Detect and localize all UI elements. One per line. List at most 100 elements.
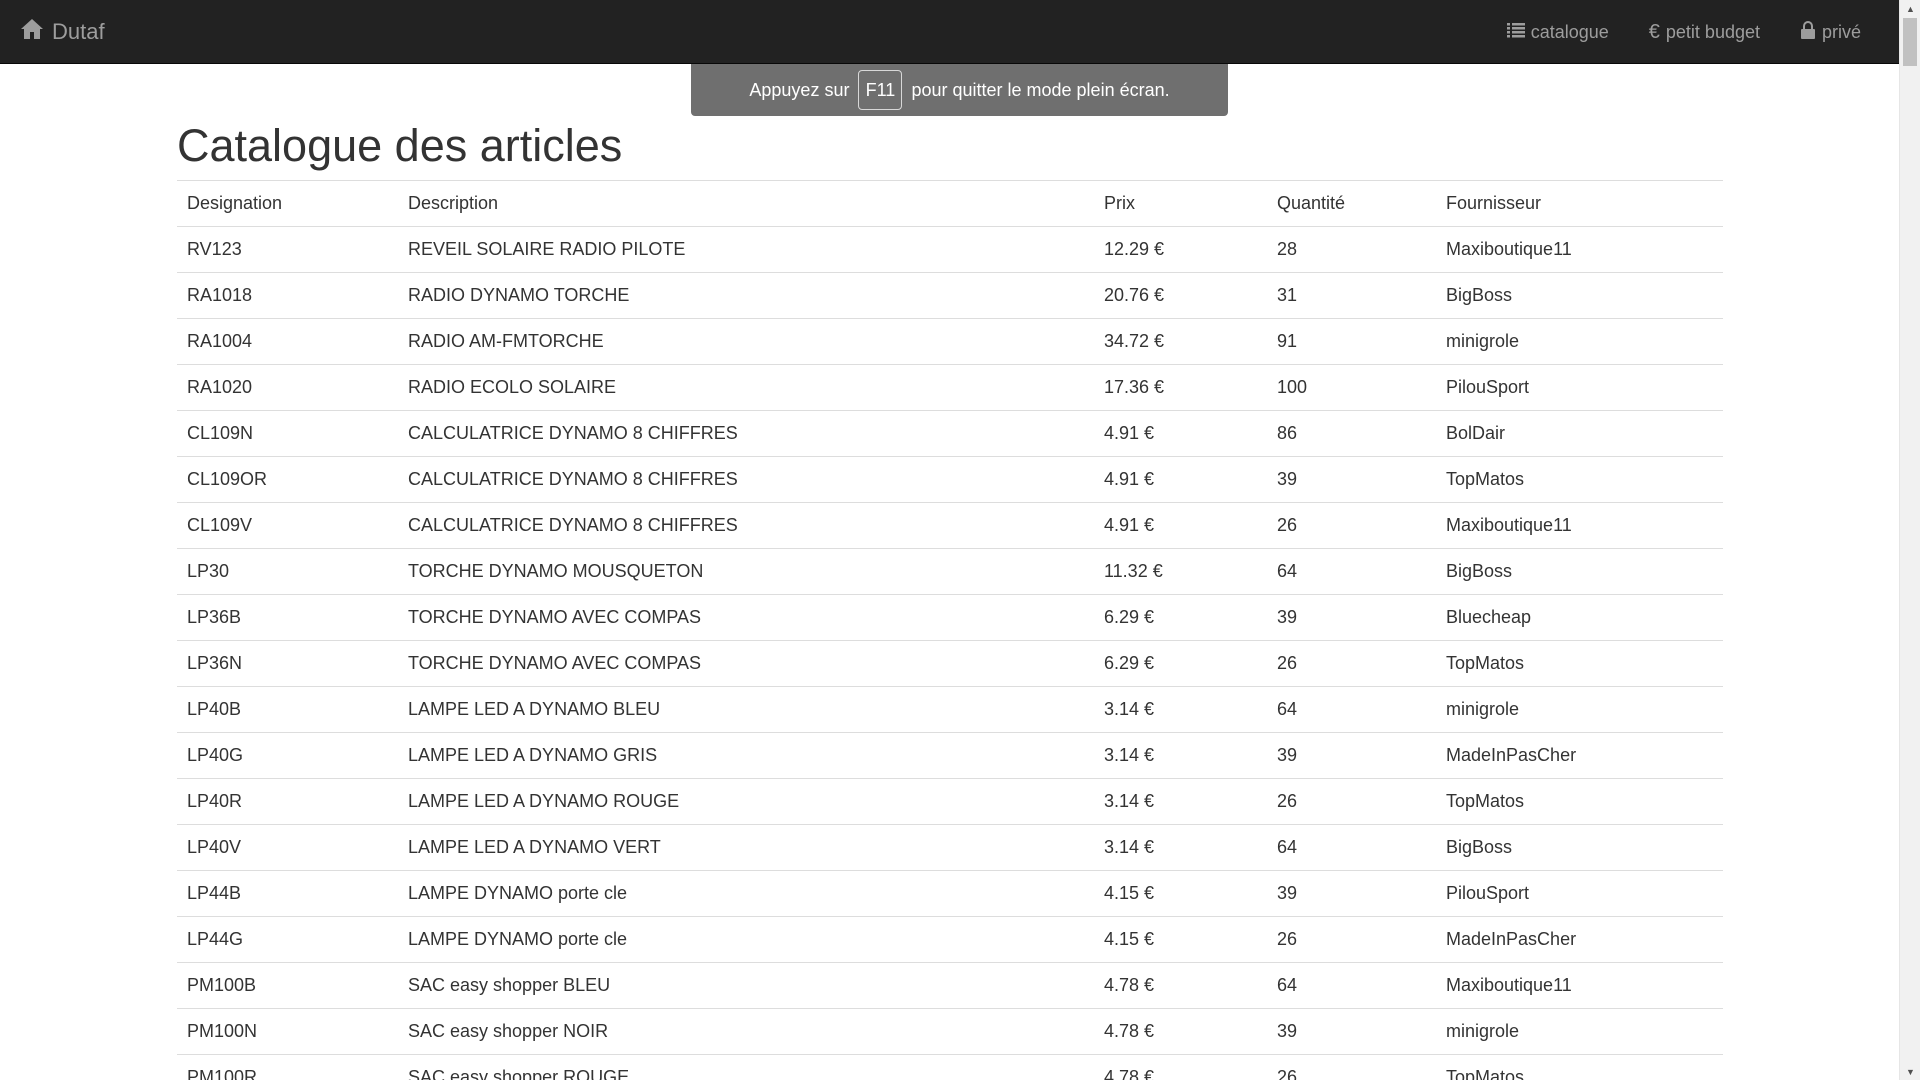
cell-designation: CL109V — [177, 502, 398, 549]
cell-designation: LP40V — [177, 824, 398, 871]
column-header-designation: Designation — [177, 180, 398, 227]
cell-description: RADIO DYNAMO TORCHE — [398, 272, 1094, 319]
cell-quantite: 39 — [1267, 594, 1436, 641]
cell-designation: LP44B — [177, 870, 398, 917]
cell-fournisseur: Maxiboutique11 — [1436, 962, 1723, 1009]
cell-description: SAC easy shopper BLEU — [398, 962, 1094, 1009]
cell-quantite: 91 — [1267, 318, 1436, 365]
cell-fournisseur: BolDair — [1436, 410, 1723, 457]
scrollbar-thumb[interactable] — [1903, 18, 1917, 66]
top-navbar: Dutaf catalogue € petit budget privé — [0, 0, 1899, 64]
cell-fournisseur: TopMatos — [1436, 456, 1723, 503]
nav-item-prive[interactable]: privé — [1780, 0, 1881, 64]
table-row: LP44G LAMPE DYNAMO porte cle 4.15 €26 MadeI… — [177, 916, 1723, 963]
column-header-description: Description — [398, 180, 1094, 227]
cell-description: TORCHE DYNAMO AVEC COMPAS — [398, 594, 1094, 641]
cell-prix: 4.78 € — [1094, 962, 1267, 1009]
cell-designation: LP40B — [177, 686, 398, 733]
cell-designation: RA1020 — [177, 364, 398, 411]
fullscreen-notice: Appuyez sur F11 pour quitter le mode ple… — [691, 64, 1228, 116]
cell-description: TORCHE DYNAMO MOUSQUETON — [398, 548, 1094, 595]
cell-designation: PM100N — [177, 1008, 398, 1055]
cell-description: CALCULATRICE DYNAMO 8 CHIFFRES — [398, 502, 1094, 549]
cell-designation: PM100R — [177, 1054, 398, 1080]
notice-text-after: pour quitter le mode plein écran. — [911, 79, 1170, 100]
table-row: CL109N CALCULATRICE DYNAMO 8 CHIFFRES 4.91… — [177, 410, 1723, 457]
page-title: Catalogue des articles — [177, 120, 623, 171]
euro-icon: € — [1648, 20, 1660, 43]
nav-item-petit-budget[interactable]: € petit budget — [1629, 0, 1780, 64]
cell-prix: 34.72 € — [1094, 318, 1267, 365]
table-header: Designation Description Prix Quantité Fo… — [177, 180, 1723, 227]
cell-quantite: 28 — [1267, 226, 1436, 273]
cell-fournisseur: BigBoss — [1436, 548, 1723, 595]
catalog-table: Designation Description Prix Quantité Fo… — [177, 180, 1723, 1080]
table-row: LP36B TORCHE DYNAMO AVEC COMPAS 6.29 €39 Bl… — [177, 594, 1723, 641]
scroll-up-arrow-icon[interactable]: ▲ — [1900, 0, 1920, 17]
table-row: PM100N SAC easy shopper NOIR 4.78 €39 minig… — [177, 1008, 1723, 1055]
cell-fournisseur: Maxiboutique11 — [1436, 502, 1723, 549]
nav-item-label: catalogue — [1530, 21, 1609, 42]
cell-designation: RA1018 — [177, 272, 398, 319]
cell-description: CALCULATRICE DYNAMO 8 CHIFFRES — [398, 410, 1094, 457]
table-row: RV123 REVEIL SOLAIRE RADIO PILOTE 12.29 €2… — [177, 226, 1723, 273]
cell-prix: 17.36 € — [1094, 364, 1267, 411]
cell-prix: 6.29 € — [1094, 640, 1267, 687]
table-row: CL109OR CALCULATRICE DYNAMO 8 CHIFFRES 4.9… — [177, 456, 1723, 503]
cell-prix: 3.14 € — [1094, 778, 1267, 825]
cell-quantite: 64 — [1267, 824, 1436, 871]
table-row: LP40V LAMPE LED A DYNAMO VERT 3.14 €64 BigB… — [177, 824, 1723, 871]
cell-quantite: 31 — [1267, 272, 1436, 319]
cell-quantite: 64 — [1267, 686, 1436, 733]
home-icon — [20, 18, 44, 46]
cell-description: LAMPE DYNAMO porte cle — [398, 870, 1094, 917]
cell-prix: 4.78 € — [1094, 1054, 1267, 1080]
cell-prix: 4.15 € — [1094, 916, 1267, 963]
cell-description: LAMPE LED A DYNAMO VERT — [398, 824, 1094, 871]
cell-designation: CL109OR — [177, 456, 398, 503]
cell-quantite: 26 — [1267, 916, 1436, 963]
notice-text-before: Appuyez sur — [749, 79, 850, 100]
cell-quantite: 39 — [1267, 1008, 1436, 1055]
cell-prix: 4.78 € — [1094, 1008, 1267, 1055]
nav-item-catalogue[interactable]: catalogue — [1487, 0, 1629, 64]
table-row: LP40G LAMPE LED A DYNAMO GRIS 3.14 €39 Made… — [177, 732, 1723, 779]
cell-description: RADIO ECOLO SOLAIRE — [398, 364, 1094, 411]
column-header-quantite: Quantité — [1267, 180, 1436, 227]
table-body: RV123 REVEIL SOLAIRE RADIO PILOTE 12.29 €2… — [177, 226, 1723, 1080]
nav-item-label: petit budget — [1665, 21, 1760, 42]
table-row: LP44B LAMPE DYNAMO porte cle 4.15 €39 Pilou… — [177, 870, 1723, 917]
cell-prix: 3.14 € — [1094, 824, 1267, 871]
cell-description: TORCHE DYNAMO AVEC COMPAS — [398, 640, 1094, 687]
column-header-prix: Prix — [1094, 180, 1267, 227]
cell-quantite: 26 — [1267, 640, 1436, 687]
cell-prix: 20.76 € — [1094, 272, 1267, 319]
table-row: LP40B LAMPE LED A DYNAMO BLEU 3.14 €64 mini… — [177, 686, 1723, 733]
cell-designation: LP40G — [177, 732, 398, 779]
cell-designation: LP36N — [177, 640, 398, 687]
cell-quantite: 39 — [1267, 732, 1436, 779]
cell-quantite: 39 — [1267, 456, 1436, 503]
nav-item-label: privé — [1821, 21, 1861, 42]
cell-quantite: 64 — [1267, 548, 1436, 595]
brand-label: Dutaf — [52, 19, 105, 44]
cell-prix: 4.91 € — [1094, 410, 1267, 457]
cell-quantite: 26 — [1267, 502, 1436, 549]
scroll-down-arrow-icon[interactable]: ▼ — [1900, 1063, 1920, 1080]
cell-description: REVEIL SOLAIRE RADIO PILOTE — [398, 226, 1094, 273]
brand-link[interactable]: Dutaf — [20, 0, 105, 64]
cell-designation: RA1004 — [177, 318, 398, 365]
cell-description: RADIO AM-FMTORCHE — [398, 318, 1094, 365]
list-icon — [1506, 22, 1525, 43]
cell-prix: 3.14 € — [1094, 686, 1267, 733]
cell-prix: 12.29 € — [1094, 226, 1267, 273]
table-row: RA1020 RADIO ECOLO SOLAIRE 17.36 €100 Pilou… — [177, 364, 1723, 411]
cell-description: LAMPE LED A DYNAMO ROUGE — [398, 778, 1094, 825]
vertical-scrollbar[interactable]: ▲ ▼ — [1899, 0, 1920, 1080]
cell-designation: PM100B — [177, 962, 398, 1009]
cell-quantite: 26 — [1267, 778, 1436, 825]
cell-fournisseur: TopMatos — [1436, 640, 1723, 687]
table-row: LP30 TORCHE DYNAMO MOUSQUETON 11.32 €64 Big… — [177, 548, 1723, 595]
cell-description: CALCULATRICE DYNAMO 8 CHIFFRES — [398, 456, 1094, 503]
cell-description: LAMPE LED A DYNAMO GRIS — [398, 732, 1094, 779]
